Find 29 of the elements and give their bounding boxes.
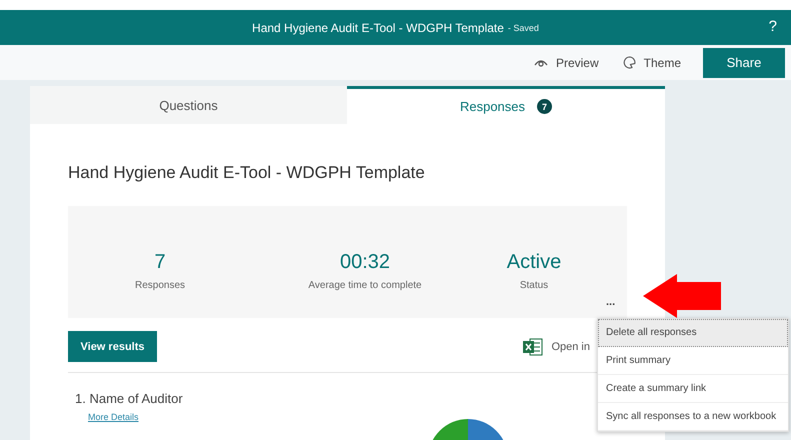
more-details-link[interactable]: More Details — [88, 412, 139, 422]
menu-item[interactable]: Create a summary link — [598, 375, 788, 403]
share-button[interactable]: Share — [703, 48, 785, 78]
stat-label: Status — [520, 280, 548, 291]
form-title: Hand Hygiene Audit E-Tool - WDGPH Template — [68, 163, 426, 184]
window-title: Hand Hygiene Audit E-Tool - WDGPH Template — [252, 20, 504, 34]
stat-value: Active — [506, 251, 562, 274]
tab-label: Responses — [460, 99, 526, 114]
question-title: 1. Name of Auditor — [75, 391, 184, 406]
open-in-excel-button[interactable]: Open in — [523, 338, 590, 356]
theme-button[interactable]: Theme — [612, 48, 691, 78]
stat-value: 00:32 — [340, 251, 390, 274]
preview-button[interactable]: Preview — [524, 48, 609, 78]
count-badge: 7 — [537, 99, 552, 114]
menu-item[interactable]: Print summary — [598, 347, 788, 375]
help-button[interactable]: ? — [768, 18, 777, 35]
eye-icon — [534, 58, 548, 67]
tab-label: Questions — [159, 98, 218, 112]
view-results-button[interactable]: View results — [68, 331, 157, 362]
stat-value: 7 — [154, 251, 166, 274]
spreadsheet-icon — [523, 338, 544, 356]
stat-label: Average time to complete — [308, 280, 422, 291]
tab[interactable]: Questions — [30, 86, 347, 124]
save-status: - Saved — [508, 22, 539, 32]
menu-item[interactable]: Delete all responses — [598, 319, 788, 347]
menu-item[interactable]: Sync all responses to a new workbook — [598, 403, 788, 431]
stat-label: Responses — [134, 280, 186, 291]
more-options-button[interactable]: ... — [606, 296, 616, 308]
palette-icon — [622, 56, 636, 69]
